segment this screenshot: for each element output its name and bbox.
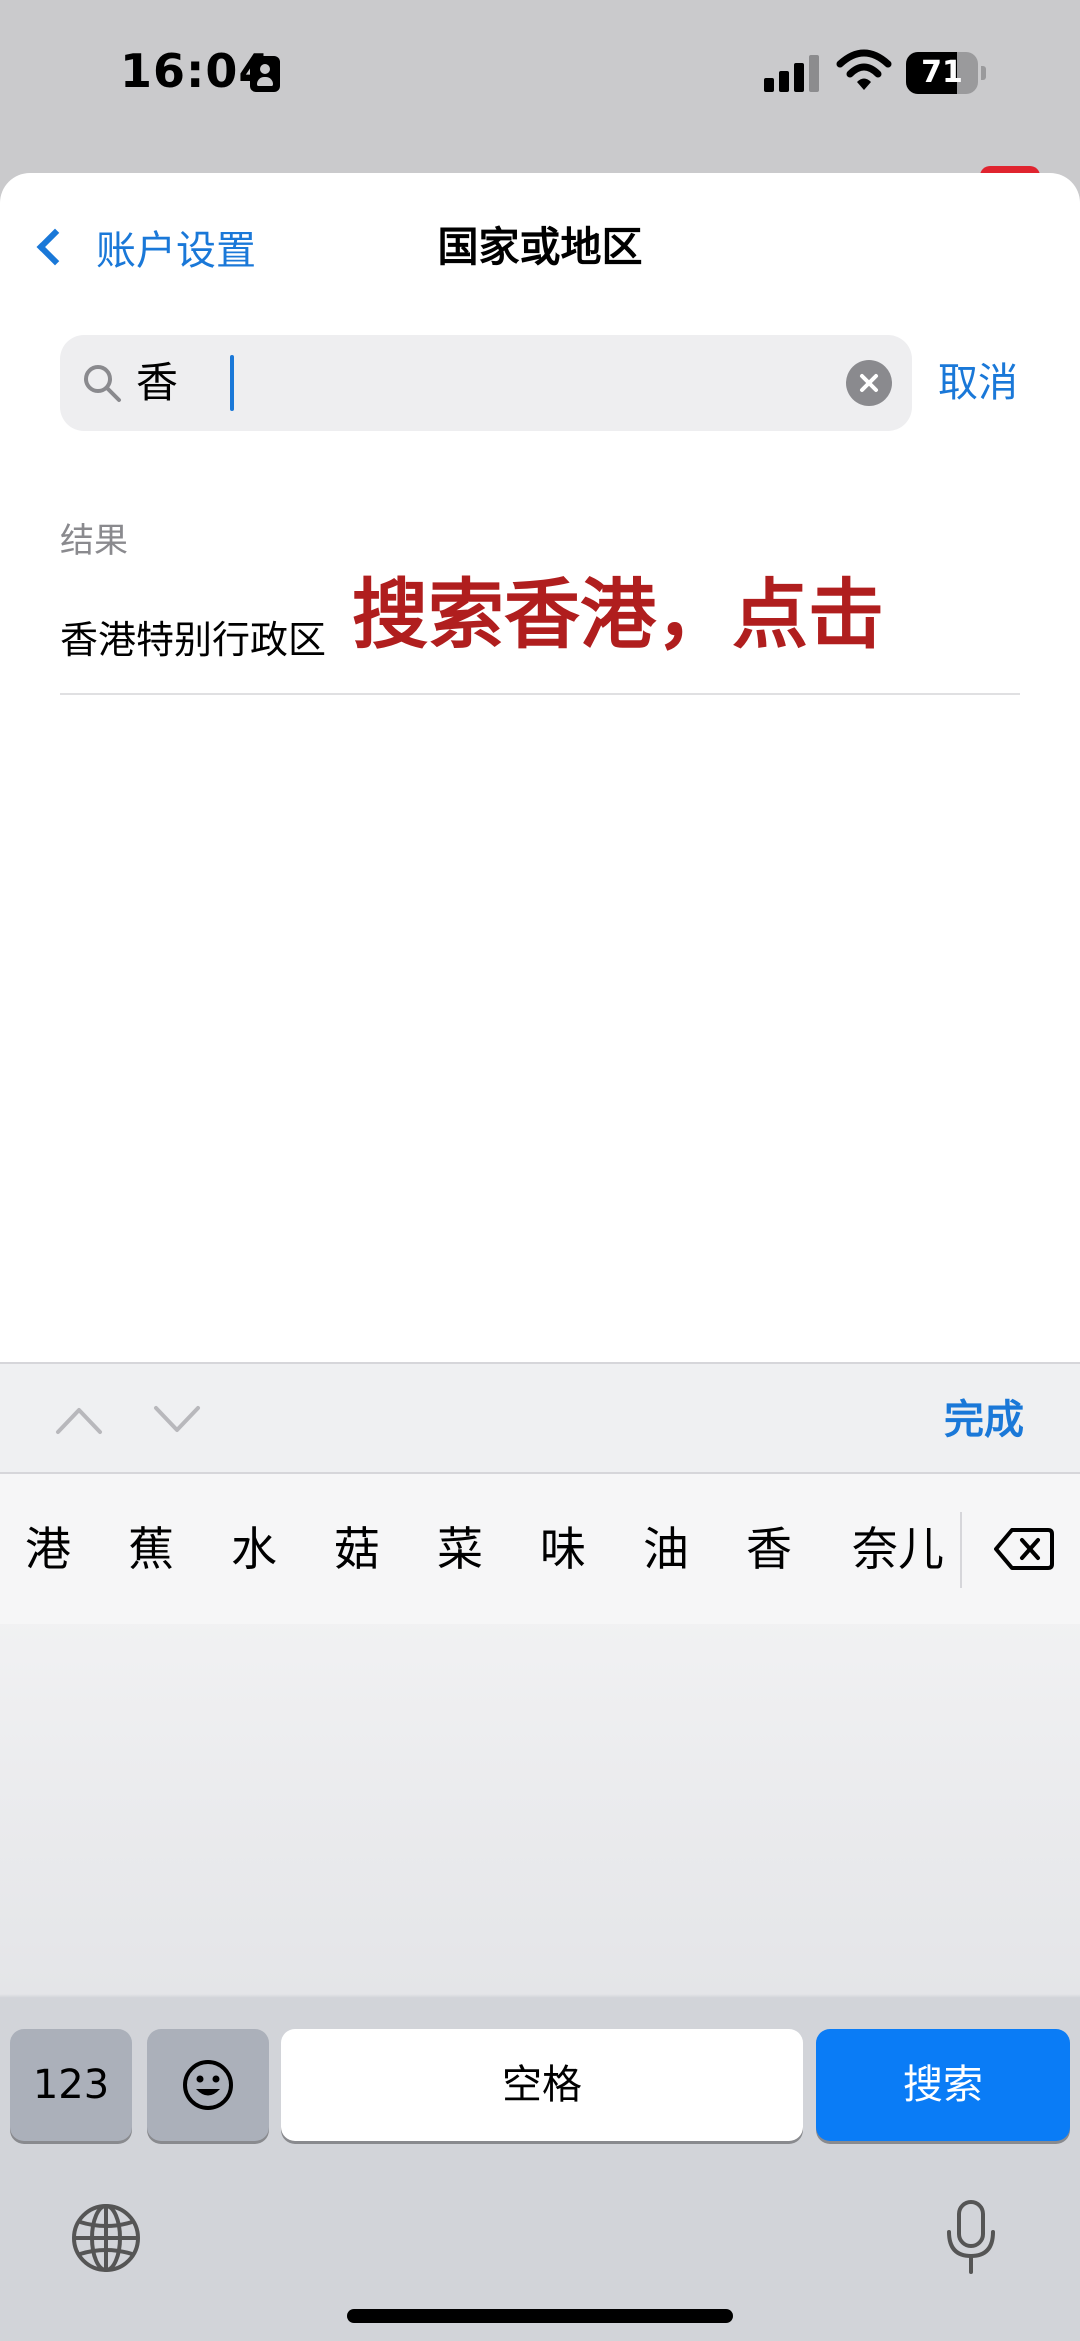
- search-input[interactable]: 香: [60, 335, 912, 431]
- status-bar: 16:04 71: [0, 0, 1080, 160]
- cancel-button[interactable]: 取消: [938, 335, 1018, 431]
- back-label: 账户设置: [96, 228, 256, 274]
- globe-icon[interactable]: [70, 2202, 142, 2274]
- keyboard-accessory-bar: 完成: [0, 1362, 1080, 1474]
- done-button[interactable]: 完成: [944, 1364, 1024, 1476]
- emoji-icon: [183, 2060, 233, 2110]
- text-caret: [230, 355, 234, 411]
- candidate-divider: [960, 1512, 962, 1588]
- mic-icon[interactable]: [944, 2200, 998, 2276]
- candidate-word[interactable]: 奈儿: [846, 1474, 950, 1624]
- space-key[interactable]: 空格: [281, 2029, 803, 2141]
- candidate-word[interactable]: 水: [216, 1474, 292, 1624]
- battery-icon: 71: [906, 52, 986, 94]
- candidate-word[interactable]: 菇: [319, 1474, 395, 1624]
- candidate-word[interactable]: 菜: [422, 1474, 498, 1624]
- id-card-icon: [250, 56, 280, 92]
- candidate-bar: 港 蕉 水 菇 菜 味 油 香 奈儿: [0, 1474, 1080, 1624]
- results-header: 结果: [60, 521, 128, 561]
- annotation-text: 搜索香港，点击: [352, 570, 884, 659]
- status-time: 16:04: [120, 44, 272, 98]
- candidate-word[interactable]: 港: [10, 1474, 86, 1624]
- page-title: 国家或地区: [437, 223, 643, 271]
- candidate-word[interactable]: 油: [628, 1474, 704, 1624]
- search-value: 香: [136, 358, 179, 407]
- back-button[interactable]: 账户设置: [30, 215, 256, 279]
- numbers-key[interactable]: 123: [10, 2029, 132, 2141]
- backspace-icon[interactable]: [994, 1526, 1054, 1572]
- candidate-word[interactable]: 香: [731, 1474, 807, 1624]
- candidate-word[interactable]: 味: [525, 1474, 601, 1624]
- chevron-up-icon[interactable]: [54, 1400, 104, 1440]
- emoji-key[interactable]: [147, 2029, 269, 2141]
- home-indicator: [347, 2309, 733, 2323]
- wifi-icon: [836, 48, 892, 92]
- chevron-down-icon[interactable]: [152, 1400, 202, 1440]
- back-chevron-icon: [36, 228, 74, 266]
- search-icon: [82, 363, 122, 403]
- result-label: 香港特别行政区: [60, 618, 327, 662]
- search-key[interactable]: 搜索: [816, 2029, 1070, 2141]
- candidate-word[interactable]: 蕉: [113, 1474, 189, 1624]
- signal-icon: [764, 52, 822, 92]
- keyboard: 港 蕉 水 菇 菜 味 油 香 奈儿 123 空格 搜索: [0, 1474, 1080, 2341]
- battery-percent: 71: [921, 55, 963, 90]
- clear-icon[interactable]: [846, 360, 892, 406]
